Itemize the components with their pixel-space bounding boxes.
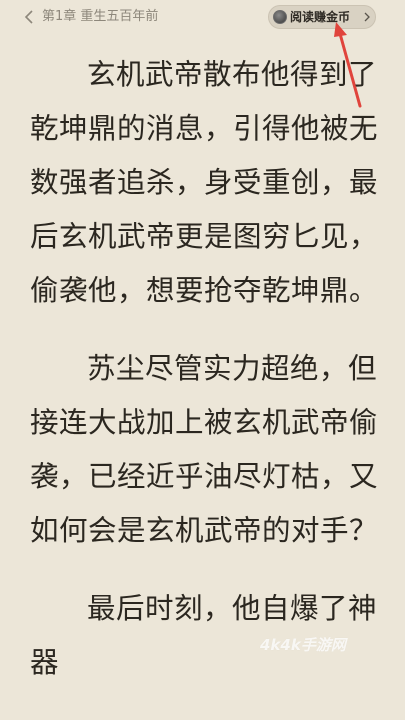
coin-icon: [273, 10, 287, 24]
paragraph-1: 玄机武帝散布他得到了乾坤鼎的消息，引得他被无数强者追杀，身受重创，最后玄机武帝更…: [30, 58, 379, 307]
read-earn-coins-label: 阅读赚金币: [290, 10, 351, 24]
reader-header: 第1章 重生五百年前 阅读赚金币: [0, 0, 405, 34]
paragraph-2: 苏尘尽管实力超绝，但接连大战加上被玄机武帝偷袭，已经近乎油尽灯枯，又如何会是玄机…: [30, 352, 379, 547]
chapter-title[interactable]: 第1章 重生五百年前: [42, 8, 158, 26]
chapter-content: 玄机武帝散布他得到了乾坤鼎的消息，引得他被无数强者追杀，身受重创，最后玄机武帝更…: [30, 48, 390, 690]
read-earn-coins-button[interactable]: 阅读赚金币: [268, 5, 376, 29]
chevron-left-icon[interactable]: [22, 9, 36, 25]
chevron-right-icon: [364, 12, 370, 22]
site-watermark: 4k4k手游网: [260, 636, 346, 654]
